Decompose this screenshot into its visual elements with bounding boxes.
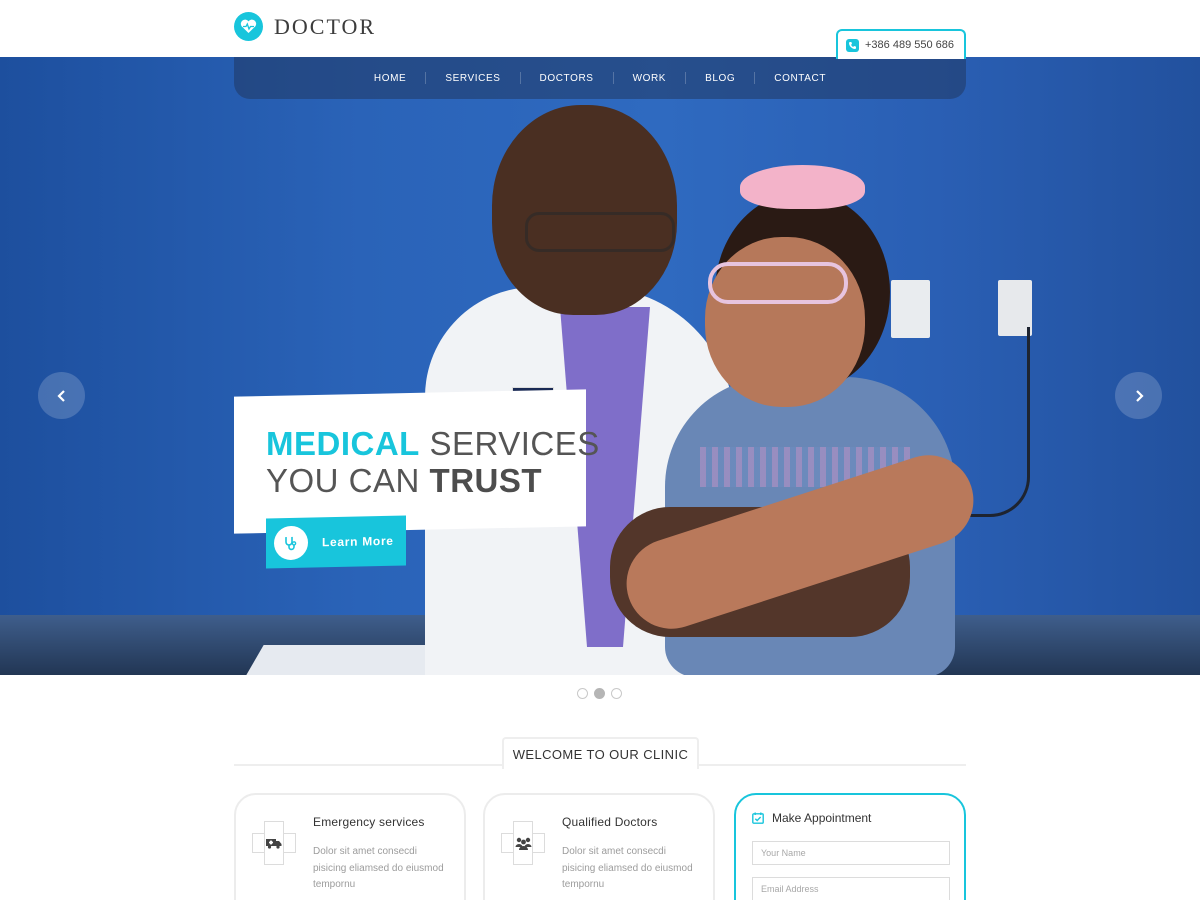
hero-headline-line1: MEDICAL SERVICES [266,425,600,463]
nav-services[interactable]: SERVICES [426,73,519,84]
card-description: Dolor sit amet consecdi pisicing eliamse… [313,846,444,890]
name-input[interactable] [752,841,950,865]
calendar-check-icon [752,812,764,824]
phone-icon [846,38,859,52]
hero-headline-accent: MEDICAL [266,425,420,462]
hero-photo-doctor-glasses [525,212,675,252]
nav-work[interactable]: WORK [614,73,686,84]
slider-dot-3[interactable] [611,688,622,699]
nav-blog[interactable]: BLOG [686,73,754,84]
card-description: Dolor sit amet consecdi pisicing eliamse… [562,846,693,890]
hero-slider [0,57,1200,675]
hero-headline-rest: YOU CAN [266,462,430,499]
hero-photo-girl-glasses [708,262,848,304]
hero-headline-rest: SERVICES [419,425,600,462]
welcome-heading-tab: WELCOME TO OUR CLINIC [502,737,699,769]
hero-headline-line2: YOU CAN TRUST [266,462,542,500]
chevron-left-icon [56,389,65,402]
hero-headline-strong: TRUST [429,462,543,499]
hero-photo-outlet [891,280,930,338]
logo[interactable]: DOCTOR [234,12,376,41]
welcome-title: WELCOME TO OUR CLINIC [512,746,689,762]
group-icon [501,821,545,865]
nav-home[interactable]: HOME [355,73,425,84]
ambulance-icon [252,821,296,865]
nav-doctors[interactable]: DOCTORS [521,73,613,84]
hero-photo-doctor-head [492,105,677,315]
email-input[interactable] [752,877,950,900]
chevron-right-icon [1135,389,1144,402]
slider-prev-button[interactable] [38,372,85,419]
hero-photo-hair-bow [740,165,865,209]
appointment-header: Make Appointment [752,811,871,825]
appointment-form: Make Appointment [734,793,966,900]
heart-pulse-icon [234,12,263,41]
appointment-title: Make Appointment [772,811,872,825]
slider-dot-1[interactable] [577,688,588,699]
slider-next-button[interactable] [1115,372,1162,419]
service-card-emergency[interactable]: Emergency services Dolor sit amet consec… [234,793,466,900]
card-title: Qualified Doctors [562,815,658,829]
learn-more-label: Learn More [322,533,394,550]
slider-pagination [577,688,622,699]
service-card-doctors[interactable]: Qualified Doctors Dolor sit amet consecd… [483,793,715,900]
phone-box[interactable]: +386 489 550 686 [836,29,966,59]
phone-number: +386 489 550 686 [865,39,955,51]
site-header: DOCTOR [0,0,1200,57]
nav-contact[interactable]: CONTACT [755,73,845,84]
stethoscope-icon [274,525,308,561]
main-nav: HOME SERVICES DOCTORS WORK BLOG CONTACT [234,57,966,99]
card-title: Emergency services [313,815,425,829]
brand-name: DOCTOR [274,13,377,39]
hero-photo-paper [246,645,444,675]
learn-more-button[interactable]: Learn More [266,515,406,569]
slider-dot-2[interactable] [594,688,605,699]
